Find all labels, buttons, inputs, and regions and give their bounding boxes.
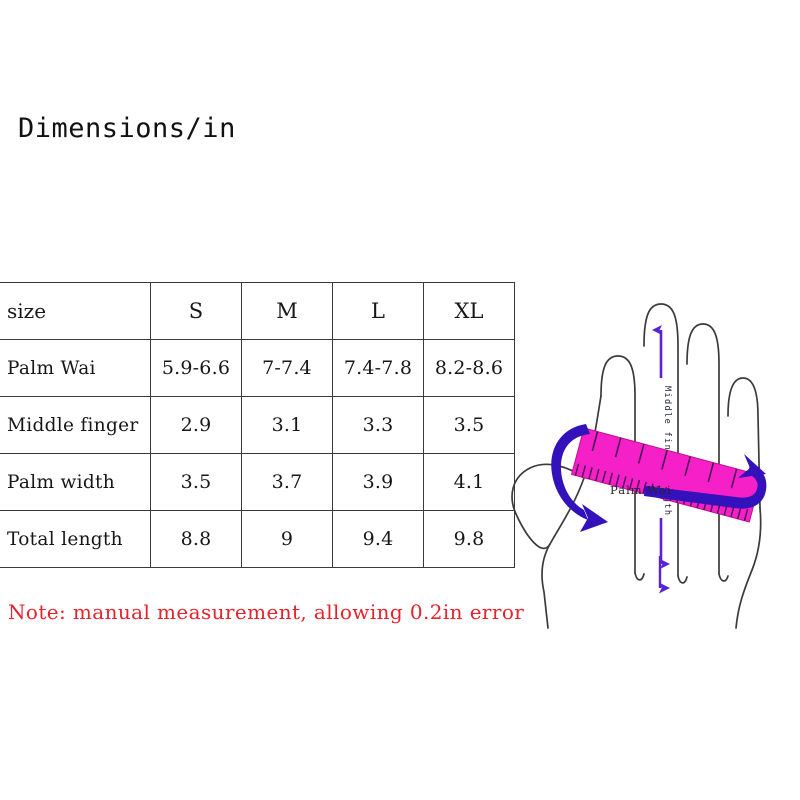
column-header-l: L — [332, 282, 424, 340]
table-row: Middle finger 2.9 3.1 3.3 3.5 — [0, 396, 515, 454]
cell-palm-width-m: 3.7 — [241, 453, 333, 511]
cell-total-length-m: 9 — [241, 510, 333, 568]
page-title: Dimensions/in — [18, 113, 236, 144]
column-header-s: S — [150, 282, 242, 340]
cell-middle-finger-l: 3.3 — [332, 396, 424, 454]
hand-measurement-diagram: Middle finger length — [498, 178, 800, 638]
cell-palm-wai-l: 7.4-7.8 — [332, 339, 424, 397]
table-header-row: size S M L XL — [0, 282, 515, 340]
middle-finger-length-measure: Middle finger length — [652, 325, 672, 569]
cell-palm-width-l: 3.9 — [332, 453, 424, 511]
column-header-m: M — [241, 282, 333, 340]
measurement-note: Note: manual measurement, allowing 0.2in… — [8, 600, 525, 624]
table-row: Palm Wai 5.9-6.6 7-7.4 7.4-7.8 8.2-8.6 — [0, 339, 515, 397]
table-row: Palm width 3.5 3.7 3.9 4.1 — [0, 453, 515, 511]
cell-middle-finger-m: 3.1 — [241, 396, 333, 454]
palm-wai-label: Palm Wai — [610, 483, 672, 497]
cell-total-length-l: 9.4 — [332, 510, 424, 568]
cell-palm-wai-m: 7-7.4 — [241, 339, 333, 397]
cell-total-length-s: 8.8 — [150, 510, 242, 568]
row-label-middle-finger: Middle finger — [0, 396, 151, 454]
row-label-palm-wai: Palm Wai — [0, 339, 151, 397]
table-row: Total length 8.8 9 9.4 9.8 — [0, 510, 515, 568]
row-label-palm-width: Palm width — [0, 453, 151, 511]
cell-middle-finger-s: 2.9 — [150, 396, 242, 454]
row-label-total-length: Total length — [0, 510, 151, 568]
size-chart-table: size S M L XL Palm Wai 5.9-6.6 7-7.4 7.4… — [0, 282, 515, 568]
column-header-size: size — [0, 282, 151, 340]
cell-palm-width-s: 3.5 — [150, 453, 242, 511]
cell-palm-wai-s: 5.9-6.6 — [150, 339, 242, 397]
